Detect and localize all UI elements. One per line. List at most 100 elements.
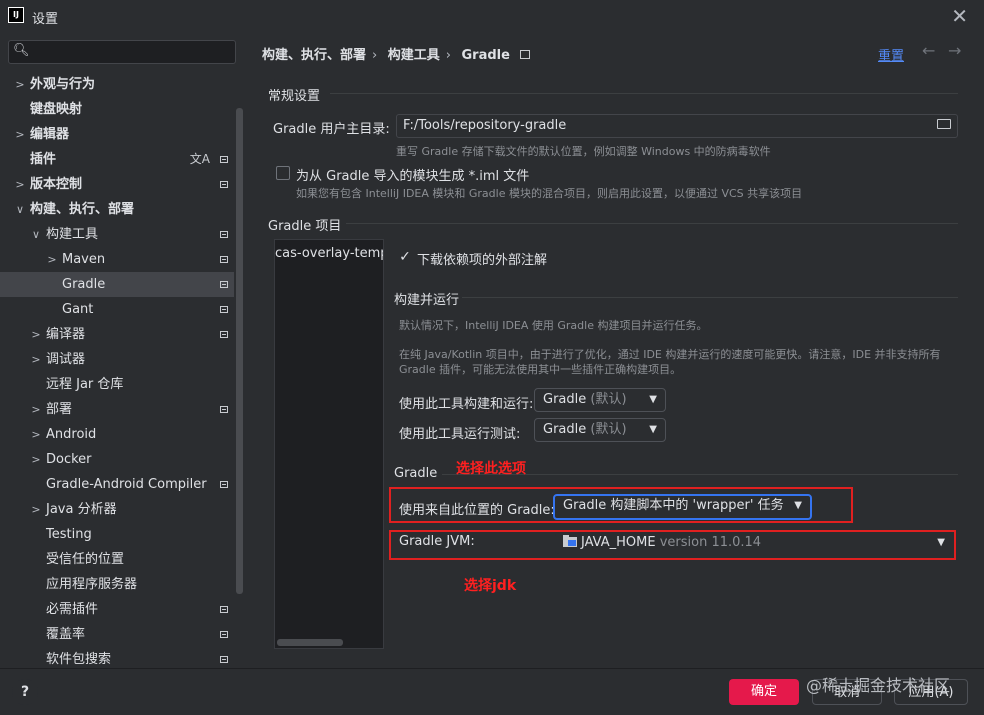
sidebar-item-label: Gradle-Android Compiler bbox=[46, 477, 207, 492]
sidebar-item-editor[interactable]: > 编辑器 bbox=[0, 122, 234, 147]
reset-link[interactable]: 重置 bbox=[878, 45, 904, 64]
sidebar-item-deployment[interactable]: > 部署 bbox=[0, 397, 234, 422]
list-item[interactable]: cas-overlay-template bbox=[275, 246, 383, 261]
sidebar-item-testing[interactable]: Testing bbox=[0, 522, 234, 547]
sidebar-item-build-tools[interactable]: ∨ 构建工具 bbox=[0, 222, 234, 247]
chevron-right-icon[interactable]: > bbox=[30, 497, 42, 522]
chevron-right-icon[interactable]: > bbox=[14, 172, 26, 197]
sidebar-item-gradle-android-compiler[interactable]: Gradle-Android Compiler bbox=[0, 472, 234, 497]
chevron-down-icon[interactable]: ∨ bbox=[14, 197, 26, 222]
sidebar-item-label: 受信任的位置 bbox=[46, 552, 125, 567]
sidebar-item-label: 外观与行为 bbox=[30, 77, 96, 92]
breadcrumb-item[interactable]: 构建、执行、部署 bbox=[262, 48, 366, 63]
gradle-from-value: Gradle 构建脚本中的 'wrapper' 任务 bbox=[563, 498, 784, 513]
breadcrumb-item[interactable]: 构建工具 bbox=[388, 48, 440, 63]
sidebar-item-required-plugins[interactable]: 必需插件 bbox=[0, 597, 234, 622]
sidebar-item-keymap[interactable]: 键盘映射 bbox=[0, 97, 234, 122]
gradle-jvm-dropdown[interactable]: JAVA_HOME version 11.0.14 ▼ bbox=[555, 532, 953, 554]
chevron-right-icon[interactable]: > bbox=[30, 422, 42, 447]
sidebar-item-label: 调试器 bbox=[46, 352, 86, 367]
sidebar-item-coverage[interactable]: 覆盖率 bbox=[0, 622, 234, 647]
gradle-section-title: Gradle bbox=[394, 466, 438, 481]
back-arrow-icon[interactable]: ← bbox=[922, 41, 935, 60]
chevron-right-icon[interactable]: > bbox=[14, 122, 26, 147]
help-button[interactable]: ? bbox=[12, 679, 38, 705]
project-scope-icon bbox=[220, 606, 228, 613]
title-bar: IJ 设置 ✕ bbox=[0, 0, 984, 32]
generate-iml-checkbox[interactable] bbox=[276, 166, 290, 180]
project-scope-icon bbox=[220, 256, 228, 263]
ok-button[interactable]: 确定 bbox=[729, 679, 799, 705]
sidebar-item-maven[interactable]: > Maven bbox=[0, 247, 234, 272]
chevron-right-icon[interactable]: > bbox=[14, 72, 26, 97]
gradle-from-label: 使用来自此位置的 Gradle: bbox=[399, 503, 555, 518]
generate-iml-label: 为从 Gradle 导入的模块生成 *.iml 文件 bbox=[296, 169, 530, 184]
project-scope-icon bbox=[220, 631, 228, 638]
search-input[interactable] bbox=[33, 43, 233, 63]
sidebar-item-remote-jar[interactable]: 远程 Jar 仓库 bbox=[0, 372, 234, 397]
sidebar-item-docker[interactable]: > Docker bbox=[0, 447, 234, 472]
project-scope-icon bbox=[220, 331, 228, 338]
translate-icon: 文A bbox=[189, 152, 210, 166]
breadcrumb-separator-icon: › bbox=[445, 48, 451, 63]
sidebar-item-java-profiler[interactable]: > Java 分析器 bbox=[0, 497, 234, 522]
intellij-logo-icon: IJ bbox=[8, 7, 24, 23]
sidebar-item-trusted-locations[interactable]: 受信任的位置 bbox=[0, 547, 234, 572]
download-annotations-label: 下载依赖项的外部注解 bbox=[417, 253, 548, 268]
sidebar-item-compiler[interactable]: > 编译器 bbox=[0, 322, 234, 347]
search-icon[interactable]: 🔍︎ bbox=[13, 43, 30, 58]
sidebar-item-android[interactable]: > Android bbox=[0, 422, 234, 447]
settings-tree: > 外观与行为 键盘映射 > 编辑器 插件 文A > 版本控制 ∨ 构建、执行、… bbox=[0, 72, 234, 672]
chevron-right-icon[interactable]: > bbox=[46, 247, 58, 272]
project-scope-icon bbox=[220, 281, 228, 288]
project-scope-icon bbox=[519, 50, 530, 59]
sidebar-item-build-execution-deployment[interactable]: ∨ 构建、执行、部署 bbox=[0, 197, 234, 222]
close-icon[interactable]: ✕ bbox=[951, 4, 968, 28]
chevron-down-icon[interactable]: ∨ bbox=[30, 222, 42, 247]
sidebar-item-label: Android bbox=[46, 427, 97, 442]
generate-iml-hint: 如果您有包含 IntelliJ IDEA 模块和 Gradle 模块的混合项目，… bbox=[296, 187, 803, 200]
sidebar-item-appearance[interactable]: > 外观与行为 bbox=[0, 72, 234, 97]
build-run-note-line1: 在纯 Java/Kotlin 项目中，由于进行了优化，通过 IDE 构建并运行的… bbox=[399, 348, 941, 361]
sidebar-item-vcs[interactable]: > 版本控制 bbox=[0, 172, 234, 197]
window-title: 设置 bbox=[32, 12, 59, 27]
project-scope-icon bbox=[220, 481, 228, 488]
divider bbox=[330, 93, 958, 94]
build-with-label: 使用此工具构建和运行: bbox=[399, 397, 534, 412]
folder-icon[interactable] bbox=[937, 119, 951, 129]
gradle-jvm-label: Gradle JVM: bbox=[399, 534, 475, 549]
general-section-title: 常规设置 bbox=[268, 89, 321, 104]
sidebar-item-label: 插件 bbox=[30, 152, 57, 167]
chevron-right-icon[interactable]: > bbox=[30, 322, 42, 347]
chevron-right-icon[interactable]: > bbox=[30, 447, 42, 472]
sidebar-item-debugger[interactable]: > 调试器 bbox=[0, 347, 234, 372]
gradle-home-field[interactable]: F:/Tools/repository-gradle bbox=[396, 114, 958, 138]
run-tests-dropdown[interactable]: Gradle (默认) ▼ bbox=[534, 418, 666, 442]
annotation-select-jdk: 选择jdk bbox=[464, 578, 517, 594]
download-annotations-checkbox[interactable]: ✓ bbox=[398, 250, 412, 264]
sidebar-item-application-servers[interactable]: 应用程序服务器 bbox=[0, 572, 234, 597]
sidebar-scrollbar[interactable] bbox=[236, 108, 243, 594]
breadcrumb: 构建、执行、部署 › 构建工具 › Gradle bbox=[262, 44, 536, 63]
gradle-home-label: Gradle 用户主目录: bbox=[273, 122, 390, 137]
build-with-value: Gradle bbox=[543, 392, 587, 407]
project-scope-icon bbox=[220, 156, 228, 163]
forward-arrow-icon[interactable]: → bbox=[948, 41, 961, 60]
build-with-dropdown[interactable]: Gradle (默认) ▼ bbox=[534, 388, 666, 412]
settings-search[interactable]: 🔍︎ bbox=[8, 40, 236, 64]
sidebar-item-label: Testing bbox=[46, 527, 92, 542]
gradle-jvm-version: version 11.0.14 bbox=[659, 535, 762, 550]
gradle-from-dropdown[interactable]: Gradle 构建脚本中的 'wrapper' 任务 ▼ bbox=[553, 494, 812, 520]
sidebar-item-label: 构建工具 bbox=[46, 227, 99, 242]
run-tests-label: 使用此工具运行测试: bbox=[399, 427, 521, 442]
watermark: @稀土掘金技术社区 bbox=[806, 676, 951, 695]
chevron-right-icon[interactable]: > bbox=[30, 397, 42, 422]
chevron-right-icon[interactable]: > bbox=[30, 347, 42, 372]
dropdown-arrow-icon: ▼ bbox=[649, 394, 657, 405]
sidebar-item-plugins[interactable]: 插件 文A bbox=[0, 147, 234, 172]
sidebar-item-gant[interactable]: Gant bbox=[0, 297, 234, 322]
sidebar-item-gradle[interactable]: Gradle bbox=[0, 272, 234, 297]
sidebar-item-label: 应用程序服务器 bbox=[46, 577, 138, 592]
gradle-project-list[interactable]: cas-overlay-template bbox=[274, 239, 384, 649]
project-list-scrollbar[interactable] bbox=[277, 639, 343, 646]
